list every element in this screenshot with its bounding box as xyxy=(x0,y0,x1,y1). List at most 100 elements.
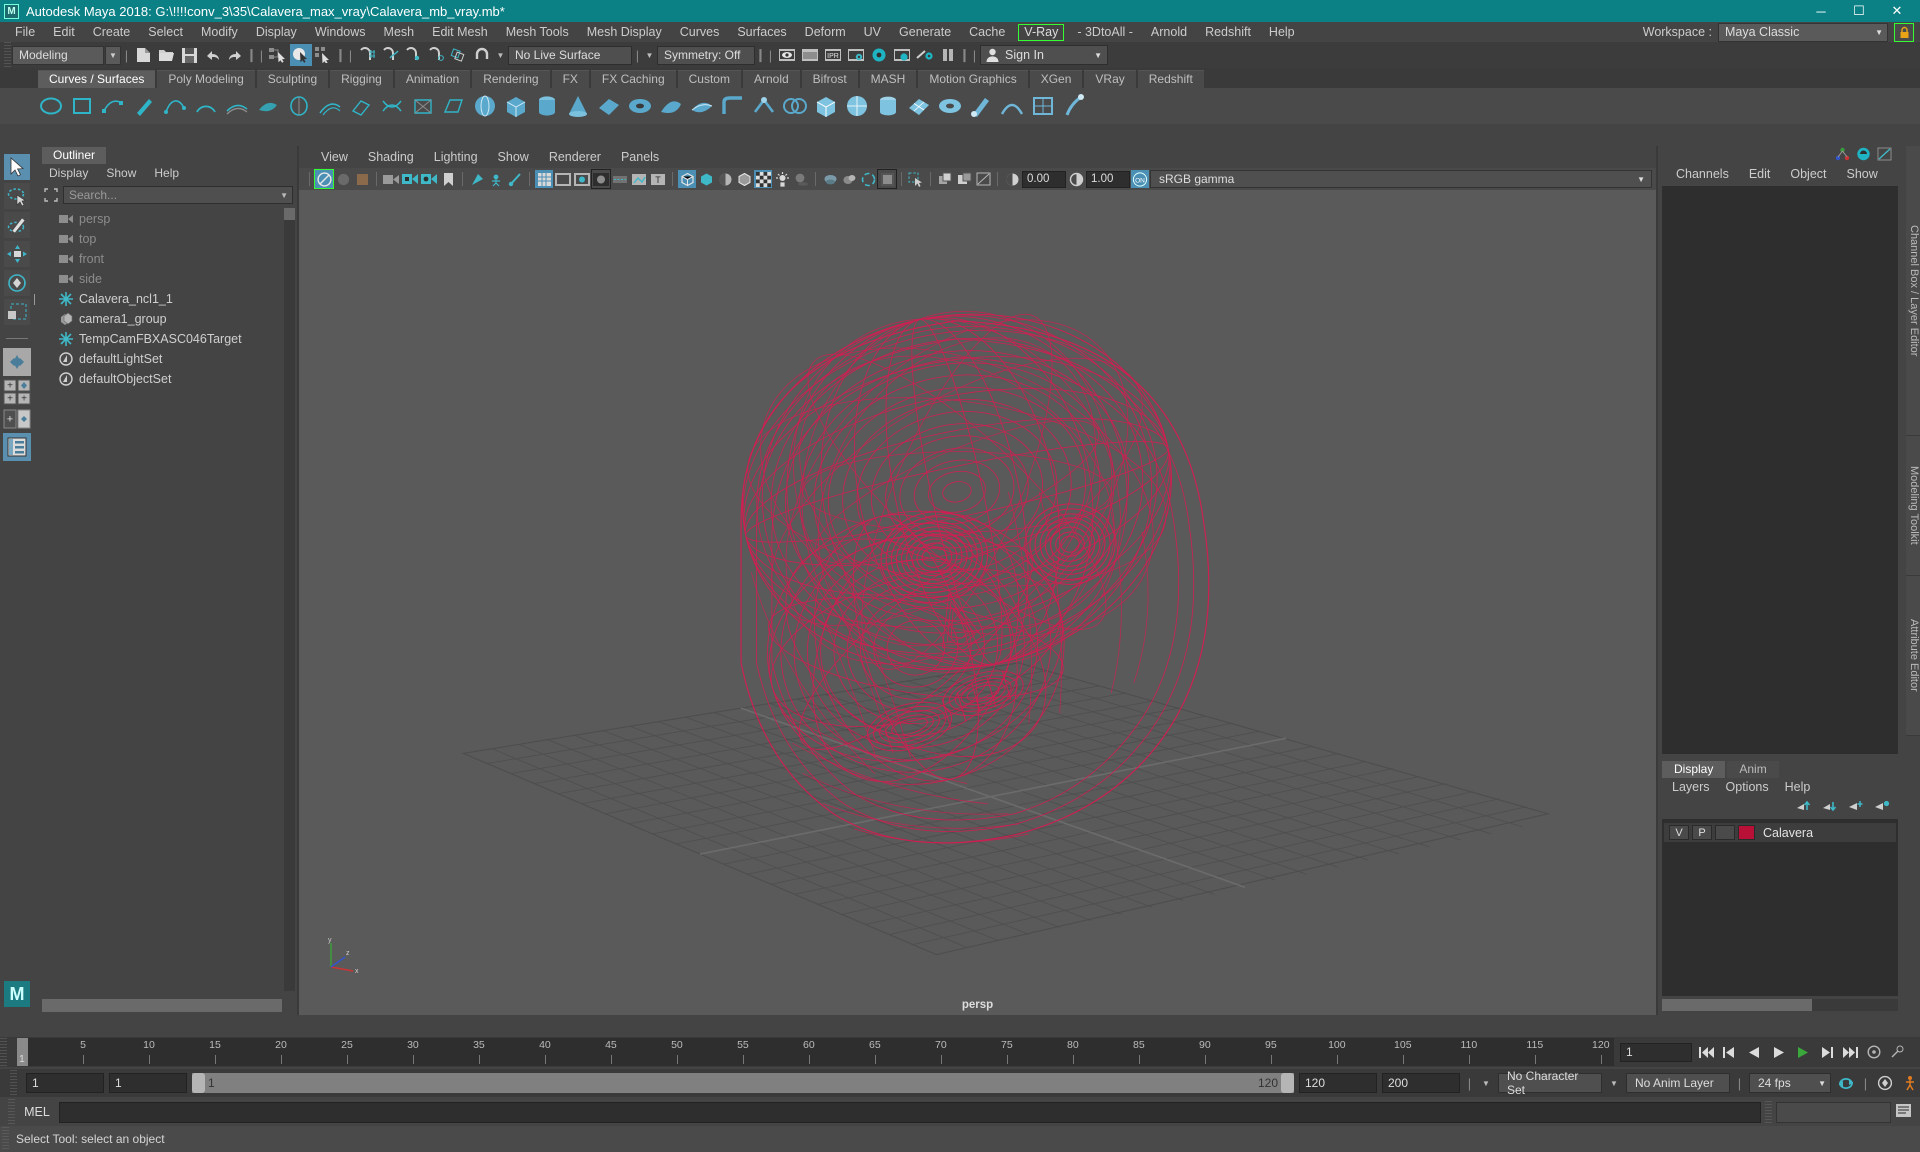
redo-icon[interactable] xyxy=(224,44,246,66)
range-left-handle[interactable] xyxy=(192,1073,205,1093)
menu-file[interactable]: File xyxy=(6,22,44,42)
side-tab-channel-box[interactable]: Channel Box / Layer Editor xyxy=(1906,146,1920,436)
xray-display-icon[interactable] xyxy=(936,170,954,188)
color-management-toggle[interactable]: ON xyxy=(1131,170,1149,188)
shadows-icon[interactable] xyxy=(792,170,810,188)
nurbs-sphere-icon[interactable] xyxy=(472,94,497,119)
channel-menu-channels[interactable]: Channels xyxy=(1666,165,1739,184)
scrollbar-thumb[interactable] xyxy=(42,999,282,1012)
shelf-tab-vray[interactable]: VRay xyxy=(1084,70,1136,88)
square-surface-icon[interactable] xyxy=(410,94,435,119)
save-scene-icon[interactable] xyxy=(178,44,200,66)
outliner-item-persp[interactable]: persp xyxy=(34,209,297,229)
maximize-button[interactable]: ☐ xyxy=(1840,0,1878,22)
anim-start-time-field[interactable]: 1 xyxy=(26,1073,104,1093)
magnet-icon[interactable] xyxy=(471,44,493,66)
use-all-lights-icon[interactable] xyxy=(773,170,791,188)
move-layer-up-icon[interactable] xyxy=(1796,799,1812,815)
film-gate-toggle-icon[interactable] xyxy=(554,170,572,188)
render-view-icon[interactable] xyxy=(891,44,913,66)
tab-display-layers[interactable]: Display xyxy=(1662,761,1726,778)
outliner-item-default-light-set[interactable]: defaultLightSet xyxy=(34,349,297,369)
scale-tool[interactable] xyxy=(4,299,30,325)
channel-menu-object[interactable]: Object xyxy=(1780,165,1836,184)
pause-render-icon[interactable] xyxy=(937,44,959,66)
shelf-tab-poly-modeling[interactable]: Poly Modeling xyxy=(157,70,255,88)
layer-menu-layers[interactable]: Layers xyxy=(1664,778,1718,797)
menu-edit-mesh[interactable]: Edit Mesh xyxy=(423,22,497,42)
outliner-item-top[interactable]: top xyxy=(34,229,297,249)
select-by-object-type-icon[interactable] xyxy=(290,44,312,66)
range-drag-handle[interactable] xyxy=(10,1070,17,1096)
layer-playback-toggle[interactable]: P xyxy=(1692,825,1712,840)
scrollbar-thumb[interactable] xyxy=(1662,999,1812,1011)
shelf-tab-redshift[interactable]: Redshift xyxy=(1137,70,1204,88)
cycle-playback-icon[interactable] xyxy=(1836,1073,1856,1093)
menu-deform[interactable]: Deform xyxy=(796,22,855,42)
display-layer-list[interactable]: V P Calavera xyxy=(1662,819,1898,996)
viewport-menu-renderer[interactable]: Renderer xyxy=(539,146,611,168)
text-display-icon[interactable]: T xyxy=(649,170,667,188)
shelf-tab-mash[interactable]: MASH xyxy=(859,70,917,88)
workspace-lock-button[interactable] xyxy=(1894,22,1914,42)
snap-to-grid-icon[interactable] xyxy=(356,44,378,66)
menu-select[interactable]: Select xyxy=(139,22,192,42)
smooth-shade-all-icon[interactable] xyxy=(697,170,715,188)
hypershade-icon[interactable] xyxy=(868,44,890,66)
bezier-curve-tool-icon[interactable] xyxy=(162,94,187,119)
new-scene-icon[interactable] xyxy=(132,44,154,66)
menu-help[interactable]: Help xyxy=(1260,22,1304,42)
show-manipulator-icon[interactable] xyxy=(1835,147,1850,164)
menu-curves[interactable]: Curves xyxy=(671,22,729,42)
bookmark-icon[interactable] xyxy=(439,170,457,188)
move-tool[interactable] xyxy=(4,241,30,267)
shelf-tab-custom[interactable]: Custom xyxy=(677,70,741,88)
screen-space-ao-icon[interactable] xyxy=(821,170,839,188)
step-back-key-icon[interactable] xyxy=(1768,1042,1788,1062)
select-by-hierarchy-icon[interactable] xyxy=(267,44,289,66)
close-button[interactable]: ✕ xyxy=(1878,0,1916,22)
planar-surface-icon[interactable] xyxy=(255,94,280,119)
menu-cache[interactable]: Cache xyxy=(960,22,1014,42)
shelf-tab-bifrost[interactable]: Bifrost xyxy=(801,70,858,88)
move-layer-down-icon[interactable] xyxy=(1822,799,1838,815)
outliner-item-tempcam-target[interactable]: TempCamFBXASC046Target xyxy=(34,329,297,349)
anim-end-time-field[interactable]: 200 xyxy=(1382,1073,1460,1093)
auto-keyframe-toggle[interactable] xyxy=(1875,1073,1895,1093)
outliner-persp-layout-button[interactable] xyxy=(3,433,31,461)
outliner-menu-show[interactable]: Show xyxy=(99,164,143,183)
anim-layer-caret[interactable]: ▼ xyxy=(1607,1073,1621,1093)
paint-effects-icon[interactable] xyxy=(1061,94,1086,119)
shelf-tab-rendering[interactable]: Rendering xyxy=(472,70,550,88)
select-tool[interactable] xyxy=(4,154,30,180)
color-space-select[interactable]: sRGB gamma ▼ xyxy=(1150,170,1652,188)
time-slider-drag-handle[interactable] xyxy=(0,1038,7,1066)
select-camera-icon[interactable] xyxy=(314,169,334,189)
outliner-tree[interactable]: persp top front side + Calavera_ncl1_1 c… xyxy=(34,205,297,999)
shelf-tab-rigging[interactable]: Rigging xyxy=(330,70,393,88)
ep-curve-tool-icon[interactable] xyxy=(100,94,125,119)
single-pane-layout-button[interactable] xyxy=(3,348,31,376)
outliner-menu-display[interactable]: Display xyxy=(42,164,95,183)
script-editor-icon[interactable] xyxy=(1895,1103,1912,1121)
shelf-tab-motion-graphics[interactable]: Motion Graphics xyxy=(918,70,1028,88)
camera-attributes-icon[interactable] xyxy=(334,170,352,188)
symmetry-caret[interactable]: ▼ xyxy=(643,46,656,65)
paint-select-tool[interactable] xyxy=(4,212,30,238)
edit-mesh-icon[interactable] xyxy=(1030,94,1055,119)
channel-box-icon[interactable] xyxy=(1856,147,1871,164)
image-plane-icon[interactable] xyxy=(382,170,400,188)
polygon-cylinder-icon[interactable] xyxy=(875,94,900,119)
time-slider[interactable]: 1 5 10 15 20 25 30 35 40 45 50 55 60 65 70 75 80 85 90 95 1… xyxy=(17,1038,1614,1066)
menu-redshift[interactable]: Redshift xyxy=(1196,22,1260,42)
motion-blur-icon[interactable] xyxy=(840,170,858,188)
character-set-field[interactable]: No Character Set xyxy=(1498,1069,1602,1097)
nurbs-circle-primitive-icon[interactable] xyxy=(658,94,683,119)
3d-viewport[interactable]: y x z persp xyxy=(299,190,1656,1015)
shaded-wireframe-icon[interactable] xyxy=(735,170,753,188)
auto-key-icon[interactable] xyxy=(1864,1042,1884,1062)
menu-mesh-display[interactable]: Mesh Display xyxy=(578,22,671,42)
exposure-value[interactable]: 0.00 xyxy=(1022,170,1066,188)
menu-display[interactable]: Display xyxy=(247,22,306,42)
select-by-component-type-icon[interactable] xyxy=(313,44,335,66)
